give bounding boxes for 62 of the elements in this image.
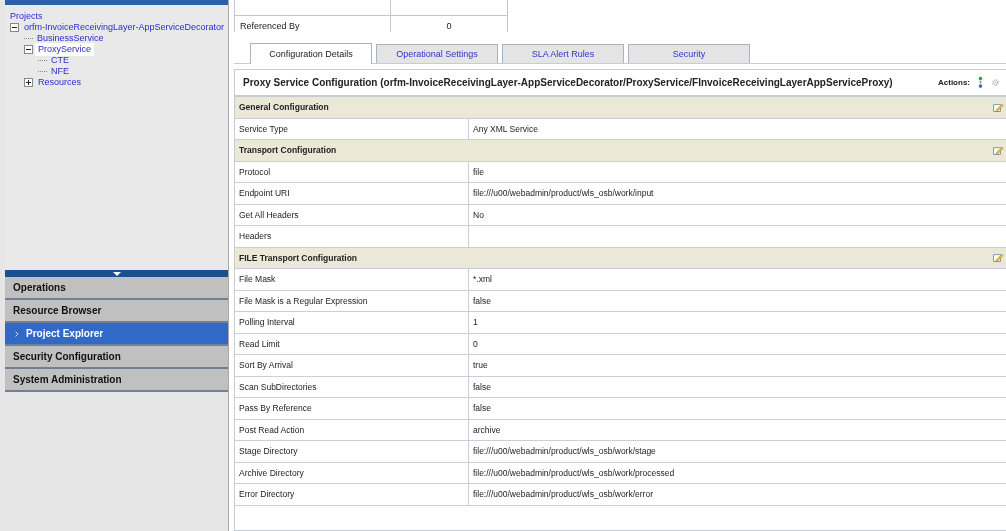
field-value: file:///u00/webadmin/product/wls_osb/work/stage: [473, 446, 656, 457]
field-value: 1: [473, 317, 478, 328]
edit-icon[interactable]: [993, 101, 1004, 113]
edit-icon[interactable]: [993, 144, 1004, 156]
field-value: false: [473, 403, 491, 414]
field-label: Pass By Reference: [239, 403, 312, 414]
field-value: Any XML Service: [473, 123, 538, 134]
field-value: *.xml: [473, 274, 492, 285]
tree-item[interactable]: BusinessService: [35, 33, 106, 44]
field-value: file: [473, 166, 484, 177]
tree-item[interactable]: NFE: [49, 66, 71, 77]
tab[interactable]: Security: [628, 44, 750, 63]
section-header: General Configuration: [239, 102, 329, 113]
chevron-icon: [15, 331, 19, 337]
actions-label: Actions:: [938, 78, 970, 87]
field-label: Sort By Arrival: [239, 360, 293, 371]
field-label: Stage Directory: [239, 446, 298, 457]
field-label: File Mask: [239, 274, 276, 285]
field-label: Service Type: [239, 123, 288, 134]
field-value: false: [473, 381, 491, 392]
collapse-icon[interactable]: [24, 45, 33, 54]
tab[interactable]: Operational Settings: [376, 44, 498, 63]
tab[interactable]: SLA Alert Rules: [502, 44, 624, 63]
field-label: Scan SubDirectories: [239, 381, 317, 392]
tree-item[interactable]: orfm-InvoiceReceivingLayer-AppServiceDecorator: [22, 22, 227, 33]
nav-item[interactable]: Resource Browser: [5, 300, 228, 323]
nav-item[interactable]: Project Explorer: [5, 323, 228, 346]
nav-item[interactable]: Operations: [5, 277, 228, 300]
field-label: Headers: [239, 231, 272, 242]
field-label: Protocol: [239, 166, 271, 177]
field-value: archive: [473, 424, 501, 435]
transfer-icon[interactable]: [976, 76, 985, 89]
tree-item[interactable]: CTE: [49, 55, 71, 66]
field-value: 0: [473, 338, 478, 349]
tree-item[interactable]: ProxyService: [36, 44, 93, 55]
field-label: Error Directory: [239, 489, 295, 500]
gear-icon[interactable]: [991, 76, 1000, 89]
panel-title: Proxy Service Configuration (orfm-InvoiceReceivingLayer-AppServiceDecorator/ProxyService/FInvoiceReceivingLayerAppServiceProxy): [243, 77, 893, 88]
expand-icon[interactable]: [24, 78, 33, 87]
nav-item[interactable]: System Administration: [5, 369, 228, 392]
field-label: Referenced By: [234, 15, 391, 32]
tree-root-link[interactable]: Projects: [10, 11, 228, 22]
field-value: file:///u00/webadmin/product/wls_osb/work/input: [473, 188, 654, 199]
section-header: Transport Configuration: [239, 145, 337, 156]
field-value: false: [473, 295, 491, 306]
tree-item[interactable]: Resources: [36, 77, 84, 88]
field-label: File Mask is a Regular Expression: [239, 295, 368, 306]
field-label: Endpoint URI: [239, 188, 290, 199]
field-value: true: [473, 360, 488, 371]
field-label: Get All Headers: [239, 209, 299, 220]
field-label: Read Limit: [239, 338, 280, 349]
edit-icon[interactable]: [993, 252, 1004, 264]
field-value: file:///u00/webadmin/product/wls_osb/work/error: [473, 489, 653, 500]
field-value: file:///u00/webadmin/product/wls_osb/work/processed: [473, 467, 675, 478]
field-label: Archive Directory: [239, 467, 304, 478]
field-label: Post Read Action: [239, 424, 305, 435]
section-header: FILE Transport Configuration: [239, 252, 358, 263]
field-label: Polling Interval: [239, 317, 295, 328]
tab[interactable]: Configuration Details: [250, 43, 372, 64]
field-value: No: [473, 209, 484, 220]
collapse-icon[interactable]: [10, 23, 19, 32]
nav-item[interactable]: Security Configuration: [5, 346, 228, 369]
